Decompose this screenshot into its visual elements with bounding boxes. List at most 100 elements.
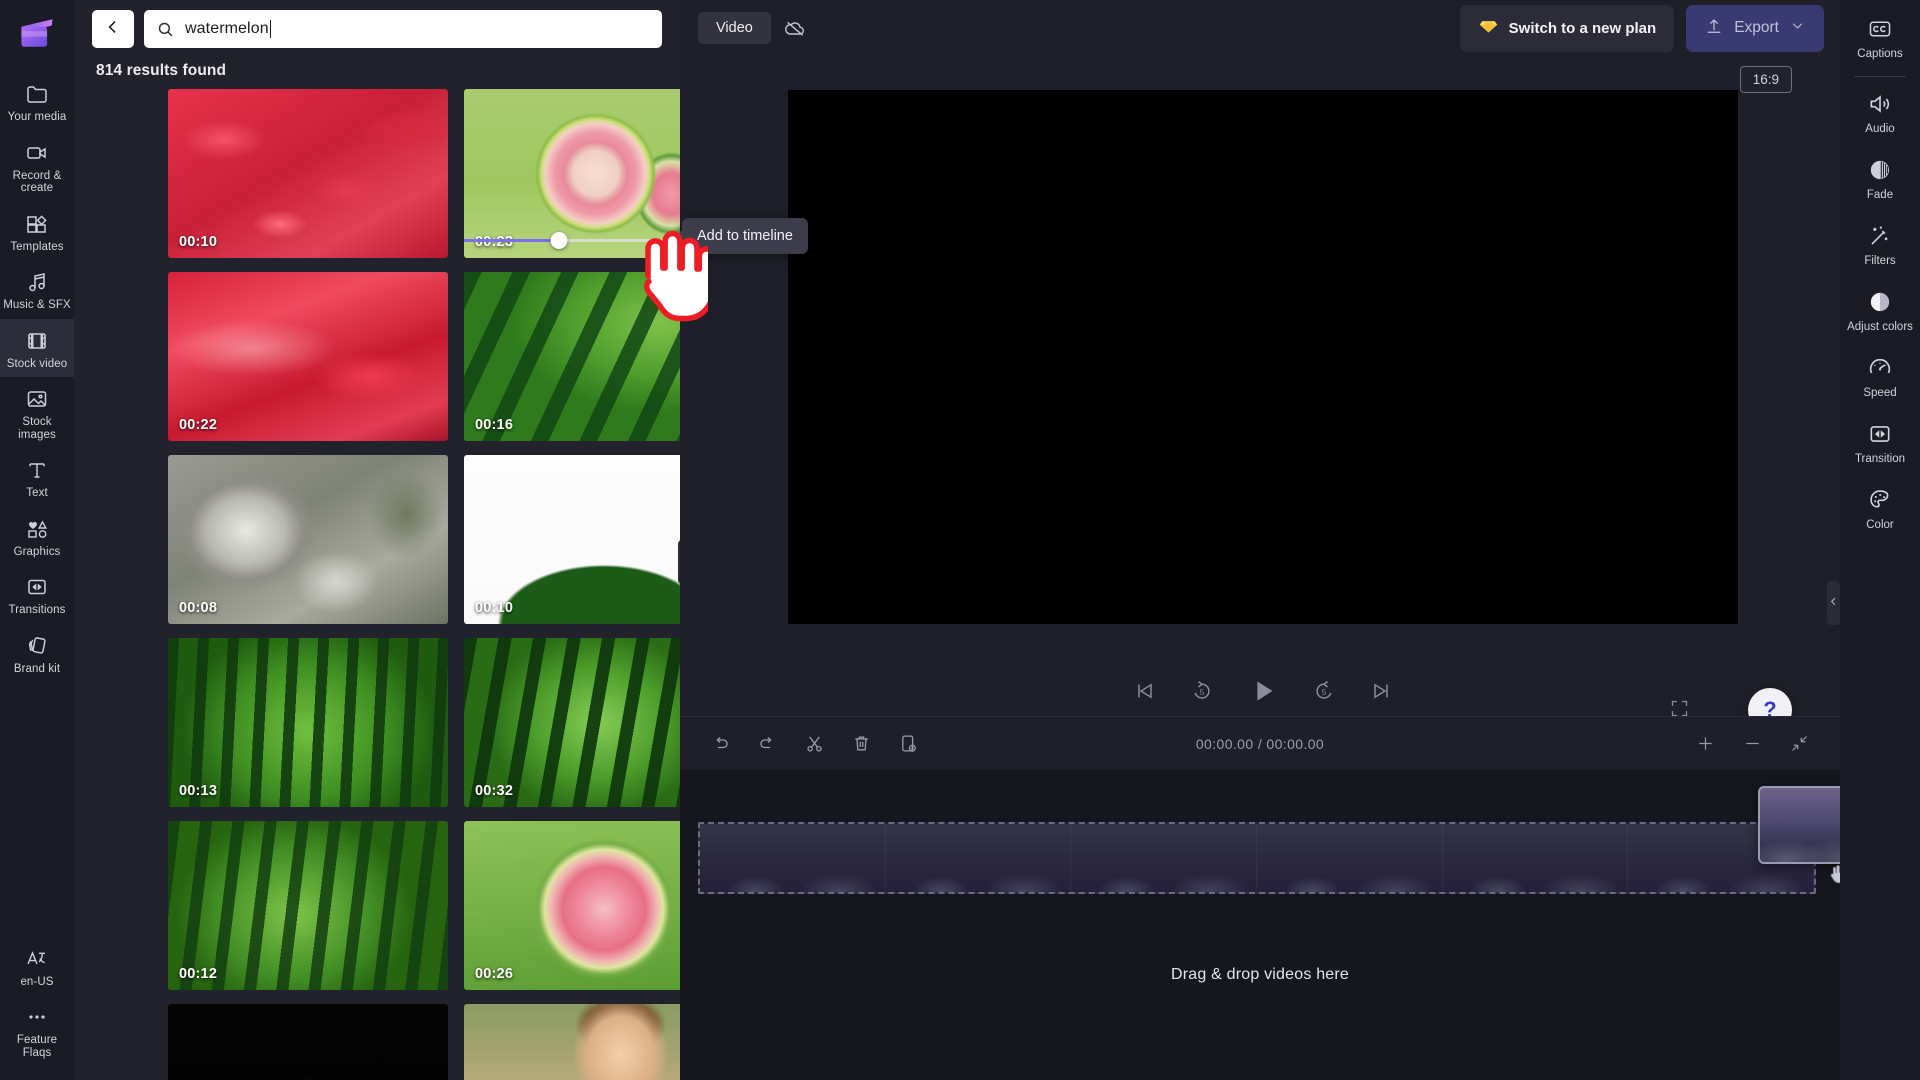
rewind-5-icon[interactable]: 5 — [1190, 679, 1214, 703]
chevron-left-icon — [1828, 596, 1839, 610]
text-caret — [269, 20, 272, 38]
sidebar-item-templates[interactable]: Templates — [0, 202, 74, 261]
undo-icon[interactable] — [710, 733, 731, 754]
thumbnail-duration: 00:12 — [179, 966, 218, 982]
right-item-label: Captions — [1857, 48, 1903, 60]
right-item-transition[interactable]: Transition — [1840, 409, 1920, 475]
switch-plan-button[interactable]: Switch to a new plan — [1459, 4, 1675, 52]
thumbnail-image — [464, 638, 680, 807]
aspect-ratio-button[interactable]: 16:9 — [1739, 66, 1792, 93]
sidebar-item-feature-flags[interactable]: Feature Flaqs — [0, 995, 74, 1066]
right-item-label: Audio — [1865, 123, 1895, 135]
timeline-area[interactable]: Drag & drop videos here — [680, 770, 1840, 1080]
clapperboard-logo-icon — [14, 10, 60, 56]
skip-previous-icon[interactable] — [1132, 679, 1156, 703]
right-item-speed[interactable]: Speed — [1840, 343, 1920, 409]
stock-video-thumbnail[interactable]: 00:08 — [168, 455, 448, 624]
grabbing-hand-icon — [1824, 858, 1840, 893]
thumbnail-duration: 00:08 — [179, 600, 218, 616]
search-input[interactable]: watermelon — [144, 10, 662, 48]
stock-video-thumbnail[interactable]: 00:26 — [464, 821, 680, 990]
speedometer-icon — [1866, 354, 1894, 382]
thumbnail-duration: 00:10 — [179, 234, 218, 250]
stock-video-thumbnail[interactable]: 00:15 — [168, 1004, 448, 1080]
trash-icon[interactable] — [851, 733, 872, 754]
redo-icon[interactable] — [757, 733, 778, 754]
export-label: Export — [1734, 19, 1779, 36]
timeline-frame — [1257, 824, 1443, 892]
skip-next-icon[interactable] — [1370, 679, 1394, 703]
language-icon — [24, 946, 50, 972]
thumbnail-image — [464, 821, 680, 990]
export-button[interactable]: Export — [1686, 4, 1824, 52]
stock-video-thumbnail[interactable]: 00:10 — [464, 455, 680, 624]
video-tab-chip[interactable]: Video — [698, 12, 771, 44]
chevron-left-icon — [103, 17, 123, 42]
sidebar-item-label: Music & SFX — [3, 299, 71, 311]
cloud-offline-icon[interactable] — [783, 16, 807, 40]
right-item-captions[interactable]: Captions — [1840, 4, 1920, 70]
stock-video-thumbnail[interactable]: 00:22 — [168, 272, 448, 441]
sidebar-item-graphics[interactable]: Graphics — [0, 507, 74, 566]
video-preview[interactable] — [788, 90, 1738, 624]
sidebar-item-label: Graphics — [13, 545, 61, 558]
forward-5-icon[interactable]: 5 — [1312, 679, 1336, 703]
collapse-panel-button[interactable] — [678, 540, 680, 584]
stock-video-thumbnail[interactable]: 00:32 — [464, 638, 680, 807]
stock-video-thumbnail[interactable]: 00:13 — [168, 638, 448, 807]
timeline-drop-target[interactable] — [698, 822, 1816, 894]
timeline-frame — [1071, 824, 1258, 892]
sidebar-item-text[interactable]: Text — [0, 448, 74, 507]
stock-video-thumbnail[interactable]: 00:10 — [168, 89, 448, 258]
sidebar-item-language[interactable]: en-US — [0, 937, 74, 996]
right-item-filters[interactable]: Filters — [1840, 211, 1920, 277]
sidebar-item-brand-kit[interactable]: Brand kit — [0, 624, 74, 683]
templates-grid-icon — [24, 211, 50, 237]
collapse-right-panel-button[interactable] — [1827, 581, 1840, 625]
scissors-icon[interactable] — [804, 733, 825, 754]
stock-video-thumbnail[interactable]: 00:12 — [168, 821, 448, 990]
thumbnail-duration: 00:13 — [179, 783, 218, 799]
image-icon — [24, 386, 50, 412]
panel-header: watermelon — [74, 0, 680, 48]
stock-video-thumbnail[interactable]: 00:11 — [464, 1004, 680, 1080]
right-item-label: Color — [1866, 519, 1894, 531]
plus-icon[interactable] — [1695, 733, 1716, 754]
back-button[interactable] — [92, 10, 134, 48]
video-camera-icon — [24, 140, 50, 166]
magic-wand-icon — [1866, 222, 1894, 250]
sidebar-item-music-and-sfx[interactable]: Music & SFX — [0, 260, 74, 319]
stock-video-panel: watermelon 814 results found 00:10 00:23… — [74, 0, 680, 1080]
diamond-icon — [1478, 16, 1499, 41]
right-item-label: Fade — [1866, 189, 1894, 201]
right-item-fade[interactable]: Fade — [1840, 145, 1920, 211]
minus-icon[interactable] — [1742, 733, 1763, 754]
sidebar-bottom-group: en-US Feature Flaqs — [0, 937, 74, 1080]
sidebar-item-stock-video[interactable]: Stock video — [0, 318, 74, 377]
duplicate-icon[interactable] — [898, 733, 919, 754]
sidebar-item-your-media[interactable]: Your media — [0, 72, 74, 131]
sidebar-item-record-and-create[interactable]: Record & create — [0, 131, 74, 202]
sidebar-item-stock-images[interactable]: Stock images — [0, 377, 74, 448]
right-item-adjust-colors[interactable]: Adjust colors — [1840, 277, 1920, 343]
dragged-clip-preview[interactable] — [1758, 786, 1840, 864]
upload-arrow-icon — [1704, 16, 1724, 41]
switch-plan-label: Switch to a new plan — [1508, 19, 1657, 37]
right-item-color[interactable]: Color — [1840, 475, 1920, 541]
palette-icon — [1866, 486, 1894, 514]
play-button[interactable] — [1248, 676, 1278, 706]
player-controls: 5 5 — [788, 676, 1738, 706]
folder-icon — [24, 81, 50, 107]
scrubber-fill — [464, 239, 560, 242]
chevron-down-icon — [1789, 17, 1806, 39]
scrubber-handle[interactable] — [550, 231, 568, 249]
timeline-frame — [700, 824, 886, 892]
mouse-cursor-pointing-hand — [638, 228, 717, 329]
sidebar-item-transitions[interactable]: Transitions — [0, 565, 74, 624]
fit-to-screen-icon[interactable] — [1789, 733, 1810, 754]
sidebar-item-label: Stock images — [18, 416, 56, 441]
right-item-label: Transition — [1854, 453, 1906, 465]
right-item-audio[interactable]: Audio — [1840, 79, 1920, 145]
preview-stage: 16:9 5 5 ? — [680, 56, 1840, 732]
left-sidebar: Your media Record & create Templates Mus… — [0, 0, 74, 1080]
